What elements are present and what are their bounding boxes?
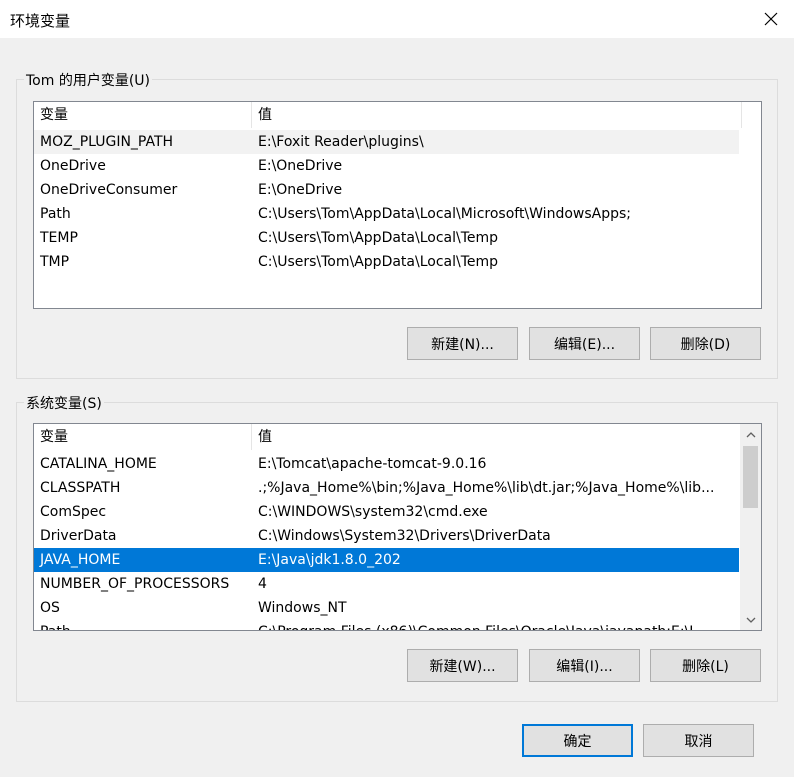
variable-name-cell: Path bbox=[40, 206, 71, 222]
table-row[interactable]: ComSpec C:\WINDOWS\system32\cmd.exe bbox=[34, 500, 739, 524]
variable-name-cell: CLASSPATH bbox=[40, 480, 121, 496]
close-button[interactable] bbox=[748, 0, 794, 38]
table-row[interactable]: TMP C:\Users\Tom\AppData\Local\Temp bbox=[34, 250, 739, 274]
variable-value-cell: C:\Users\Tom\AppData\Local\Temp bbox=[258, 230, 499, 246]
variable-value-cell: .;%Java_Home%\bin;%Java_Home%\lib\dt.jar… bbox=[258, 480, 715, 496]
close-icon bbox=[764, 12, 778, 26]
user-delete-button[interactable]: 删除(D) bbox=[650, 327, 761, 360]
table-row[interactable]: CLASSPATH .;%Java_Home%\bin;%Java_Home%\l… bbox=[34, 476, 739, 500]
column-header-value[interactable]: 值 bbox=[252, 102, 742, 128]
chevron-down-icon bbox=[746, 617, 755, 623]
variable-name-cell: OS bbox=[40, 600, 60, 616]
table-row[interactable]: TEMP C:\Users\Tom\AppData\Local\Temp bbox=[34, 226, 739, 250]
variable-value-cell: E:\OneDrive bbox=[258, 158, 343, 174]
table-row[interactable]: PathC:\Program Files (x86)\Common Files\… bbox=[34, 620, 739, 630]
variable-name-cell: DriverData bbox=[40, 528, 117, 544]
column-header-variable[interactable]: 变量 bbox=[34, 424, 252, 450]
ok-button[interactable]: 确定 bbox=[522, 724, 633, 757]
variable-value-cell: Windows_NT bbox=[258, 600, 347, 616]
variable-name-cell: OneDriveConsumer bbox=[40, 182, 178, 198]
variable-name-cell: CATALINA_HOME bbox=[40, 456, 157, 472]
variable-name-cell: ComSpec bbox=[40, 504, 107, 520]
system-list-header: 变量 值 bbox=[34, 424, 741, 450]
variable-value-cell: C:\Users\Tom\AppData\Local\Microsoft\Win… bbox=[258, 206, 632, 222]
variable-value-cell: 4 bbox=[258, 576, 267, 592]
variable-name-cell: JAVA_HOME bbox=[40, 552, 121, 568]
user-edit-button[interactable]: 编辑(E)... bbox=[529, 327, 640, 360]
variable-value-cell: E:\Foxit Reader\plugins\ bbox=[258, 134, 424, 150]
cancel-button[interactable]: 取消 bbox=[643, 724, 754, 757]
scroll-down-arrow[interactable] bbox=[740, 609, 761, 630]
variable-value-cell: C:\Users\Tom\AppData\Local\Temp bbox=[258, 254, 499, 270]
system-list-scrollbar[interactable] bbox=[740, 424, 761, 630]
variable-name-cell: TMP bbox=[40, 254, 70, 270]
title-bar: 环境变量 bbox=[0, 0, 794, 38]
user-variables-list[interactable]: 变量 值 MOZ_PLUGIN_PATH E:\Foxit Reader\plug… bbox=[33, 101, 762, 309]
variable-name-cell: MOZ_PLUGIN_PATH bbox=[40, 134, 174, 150]
variable-name-cell: Path bbox=[34, 620, 252, 630]
variable-value-cell: C:\WINDOWS\system32\cmd.exe bbox=[258, 504, 488, 520]
variable-value-cell: C:\Windows\System32\Drivers\DriverData bbox=[258, 528, 551, 544]
user-variables-label: Tom 的用户变量(U) bbox=[24, 70, 152, 90]
table-row[interactable]: MOZ_PLUGIN_PATH E:\Foxit Reader\plugins\ bbox=[34, 130, 739, 154]
system-edit-button[interactable]: 编辑(I)... bbox=[529, 649, 640, 682]
variable-value-cell: E:\Tomcat\apache-tomcat-9.0.16 bbox=[258, 456, 487, 472]
system-delete-button[interactable]: 删除(L) bbox=[650, 649, 761, 682]
table-row[interactable]: JAVA_HOME E:\Java\jdk1.8.0_202 bbox=[34, 548, 739, 572]
variable-name-cell: TEMP bbox=[40, 230, 78, 246]
table-row[interactable]: DriverData C:\Windows\System32\Drivers\Dr… bbox=[34, 524, 739, 548]
variable-value-cell: E:\Java\jdk1.8.0_202 bbox=[258, 552, 401, 568]
variable-name-cell: NUMBER_OF_PROCESSORS bbox=[40, 576, 230, 592]
table-row[interactable]: Path C:\Users\Tom\AppData\Local\Microsoft… bbox=[34, 202, 739, 226]
variable-value-cell: E:\OneDrive bbox=[258, 182, 343, 198]
variable-name-cell: OneDrive bbox=[40, 158, 106, 174]
system-variables-list[interactable]: 变量 值 CATALINA_HOME E:\Tomcat\apache-tomca… bbox=[33, 423, 762, 631]
variable-value-cell: C:\Program Files (x86)\Common Files\Orac… bbox=[252, 620, 739, 630]
user-list-header: 变量 值 bbox=[34, 102, 761, 128]
table-row[interactable]: NUMBER_OF_PROCESSORS 4 bbox=[34, 572, 739, 596]
chevron-up-icon bbox=[746, 431, 755, 437]
scroll-thumb[interactable] bbox=[743, 446, 758, 508]
user-new-button[interactable]: 新建(N)... bbox=[407, 327, 518, 360]
scroll-up-arrow[interactable] bbox=[740, 424, 761, 445]
table-row[interactable]: OS Windows_NT bbox=[34, 596, 739, 620]
table-row[interactable]: OneDriveConsumer E:\OneDrive bbox=[34, 178, 739, 202]
column-header-value[interactable]: 值 bbox=[252, 424, 741, 450]
table-row[interactable]: CATALINA_HOME E:\Tomcat\apache-tomcat-9.0… bbox=[34, 452, 739, 476]
system-new-button[interactable]: 新建(W)... bbox=[407, 649, 518, 682]
column-header-variable[interactable]: 变量 bbox=[34, 102, 252, 128]
system-variables-label: 系统变量(S) bbox=[24, 393, 104, 413]
table-row[interactable]: OneDrive E:\OneDrive bbox=[34, 154, 739, 178]
window-title: 环境变量 bbox=[10, 12, 71, 30]
